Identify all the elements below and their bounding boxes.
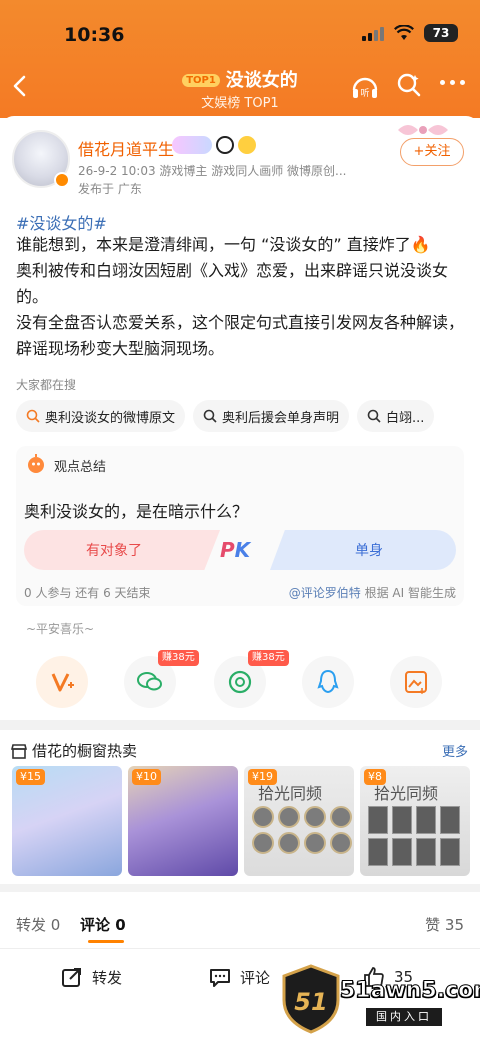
shop-icon bbox=[10, 743, 28, 759]
author-name[interactable]: 借花月道平生 bbox=[78, 136, 174, 160]
section-divider bbox=[0, 720, 480, 730]
related-search-chip[interactable]: 白翊... bbox=[357, 400, 435, 432]
watermark-sub: 国内入口 bbox=[366, 1008, 442, 1026]
shield-logo-icon: 51 bbox=[282, 964, 340, 1034]
site-watermark: 51 51awn5.com 国内入口 bbox=[280, 964, 480, 1036]
shop-product[interactable]: ¥19 拾光同频 bbox=[244, 766, 354, 876]
opinion-stats: 0 人参与 还有 6 天结束 bbox=[24, 586, 151, 600]
share-row: 赚38元 赚38元 bbox=[0, 650, 480, 712]
more-options-icon[interactable] bbox=[440, 80, 470, 90]
author-badges bbox=[172, 136, 256, 154]
vote-option-left-label: 有对象了 bbox=[86, 543, 142, 559]
post-body: 谁能想到，本来是澄清绯闻，一句 “没谈女的” 直接炸了🔥 奥利被传和白翊汝因短剧… bbox=[16, 232, 470, 362]
battery-indicator: 73 bbox=[424, 24, 458, 42]
related-search-chips: 奥利没谈女的微博原文 奥利后援会单身声明 白翊... bbox=[16, 400, 480, 432]
bird-badge-icon bbox=[238, 136, 256, 154]
panda-badge-icon bbox=[216, 136, 234, 154]
chip-label: 白翊... bbox=[386, 410, 425, 426]
product-caption: 拾光同频 bbox=[374, 784, 439, 803]
repost-icon bbox=[62, 968, 81, 987]
status-icons: 73 bbox=[362, 24, 458, 42]
topic-title-text: 没谈女的 bbox=[225, 70, 298, 91]
shop-title[interactable]: 借花的橱窗热卖 bbox=[10, 740, 137, 761]
related-search-chip[interactable]: 奥利没谈女的微博原文 bbox=[16, 400, 186, 432]
chip-label: 奥利没谈女的微博原文 bbox=[45, 410, 176, 426]
rank-badge: TOP1 bbox=[182, 74, 220, 87]
qq-icon[interactable] bbox=[302, 656, 354, 708]
opinion-question: 奥利没谈女的，是在暗示什么？ bbox=[24, 502, 249, 521]
pk-p: P bbox=[220, 538, 235, 562]
shop-product[interactable]: ¥10 bbox=[128, 766, 238, 876]
card-set-image bbox=[368, 806, 460, 866]
post-line: 没有全盘否认恋爱关系，这个限定句式直接引发网友各种解读，辟谣现场秒变大型脑洞现场… bbox=[16, 313, 465, 358]
product-caption: 拾光同频 bbox=[258, 784, 323, 803]
vote-option-right-label: 单身 bbox=[355, 543, 383, 559]
post-tabs: 转发 0 评论 0 赞 35 bbox=[0, 902, 480, 946]
watermark-site: 51awn5.com bbox=[339, 978, 480, 1004]
search-icon bbox=[203, 409, 217, 423]
follow-button[interactable]: +关注 bbox=[400, 138, 464, 166]
shop-more-link[interactable]: 更多 bbox=[442, 741, 468, 760]
section-divider bbox=[0, 884, 480, 892]
pk-k: K bbox=[234, 538, 251, 562]
reward-badge: 赚38元 bbox=[248, 650, 289, 666]
post-card: 借花月道平生 26-9-2 10:03 游戏博主 游戏同人画师 微博原创... … bbox=[0, 116, 480, 720]
status-time: 10:36 bbox=[64, 24, 125, 46]
pk-label: PK bbox=[220, 538, 250, 562]
search-icon bbox=[26, 409, 40, 423]
opinion-source-suffix: 根据 AI 智能生成 bbox=[360, 586, 456, 600]
repost-button[interactable]: 转发 bbox=[60, 965, 122, 989]
product-price: ¥10 bbox=[132, 769, 161, 785]
tab-comment[interactable]: 评论 0 bbox=[80, 914, 126, 935]
shop-product[interactable]: ¥15 bbox=[12, 766, 122, 876]
related-search-chip[interactable]: 奥利后援会单身声明 bbox=[193, 400, 350, 432]
topic-header: 10:36 73 TOP1 没谈女的 文娱榜 TOP1 听 bbox=[0, 0, 480, 118]
opinion-title: 观点总结 bbox=[54, 460, 107, 475]
search-icon[interactable] bbox=[396, 72, 422, 98]
author-signature: ~平安喜乐~ bbox=[26, 622, 95, 636]
chip-label: 奥利后援会单身声明 bbox=[222, 410, 340, 426]
search-icon bbox=[367, 409, 381, 423]
topic-hashtag[interactable]: #没谈女的# bbox=[16, 210, 107, 234]
shield-logo-text: 51 bbox=[294, 988, 327, 1016]
vote-option-right[interactable]: 单身 bbox=[270, 530, 456, 570]
save-image-icon[interactable] bbox=[390, 656, 442, 708]
comment-button[interactable]: 评论 bbox=[208, 965, 270, 989]
post-line: 奥利被传和白翊汝因短剧《入戏》恋爱，出来辟谣只说没谈女的。 bbox=[16, 261, 449, 306]
robot-mascot-icon bbox=[28, 454, 44, 473]
related-search-label: 大家都在搜 bbox=[16, 378, 77, 392]
opinion-source: @评论罗伯特 根据 AI 智能生成 bbox=[289, 584, 456, 601]
listen-headphones-icon[interactable]: 听 bbox=[350, 72, 380, 102]
badge-set-image bbox=[252, 806, 352, 854]
tab-like[interactable]: 赞 35 bbox=[425, 914, 464, 935]
post-location: 发布于 广东 bbox=[78, 182, 142, 196]
wifi-icon bbox=[394, 25, 414, 40]
member-badge-icon bbox=[172, 136, 212, 154]
reward-badge: 赚38元 bbox=[158, 650, 199, 666]
opinion-summary-card: 观点总结 奥利没谈女的，是在暗示什么？ 有对象了 PK 单身 0 人参与 还有 … bbox=[16, 446, 464, 606]
comment-icon bbox=[210, 969, 230, 987]
shop-title-text: 借花的橱窗热卖 bbox=[32, 742, 138, 760]
signal-icon bbox=[362, 25, 384, 41]
shop-products: ¥15 ¥10 ¥19 拾光同频 ¥8 拾光同频 bbox=[12, 766, 472, 876]
vplus-icon[interactable] bbox=[36, 656, 88, 708]
comment-label: 评论 bbox=[240, 968, 271, 987]
repost-label: 转发 bbox=[92, 968, 123, 987]
listen-label: 听 bbox=[360, 88, 369, 99]
product-price: ¥15 bbox=[16, 769, 45, 785]
opinion-source-link[interactable]: @评论罗伯特 bbox=[289, 586, 361, 600]
tab-indicator bbox=[88, 940, 124, 943]
post-meta: 26-9-2 10:03 游戏博主 游戏同人画师 微博原创... bbox=[78, 164, 347, 178]
tab-repost[interactable]: 转发 0 bbox=[16, 914, 60, 935]
post-line: 谁能想到，本来是澄清绯闻，一句 “没谈女的” 直接炸了🔥 bbox=[16, 235, 431, 254]
verified-badge-icon bbox=[54, 172, 70, 188]
vote-option-left[interactable]: 有对象了 bbox=[24, 530, 220, 570]
shop-product[interactable]: ¥8 拾光同频 bbox=[360, 766, 470, 876]
bow-decoration-icon bbox=[398, 125, 448, 135]
